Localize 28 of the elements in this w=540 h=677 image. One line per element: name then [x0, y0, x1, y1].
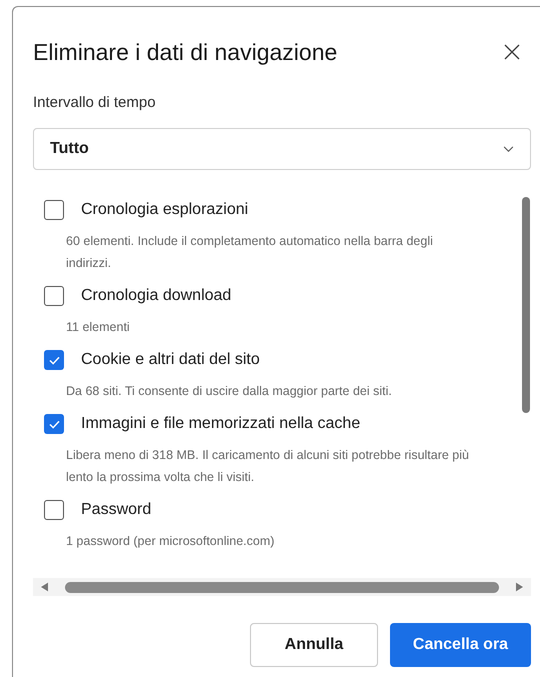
cancel-button[interactable]: Annulla: [250, 623, 378, 667]
option-description: 60 elementi. Include il completamento automatico nella barra degli indirizzi.: [66, 233, 434, 272]
scroll-left-icon[interactable]: [41, 582, 48, 592]
option-description: 11 elementi: [66, 319, 131, 336]
option-label: Immagini e file memorizzati nella cache: [81, 414, 360, 434]
checkmark-icon: [48, 420, 60, 428]
option-label: Cronologia download: [81, 286, 232, 306]
option-label: Password: [81, 500, 152, 520]
chevron-down-icon: [503, 146, 514, 152]
scroll-right-icon[interactable]: [516, 582, 523, 592]
checkmark-icon: [48, 356, 60, 364]
checkbox[interactable]: [44, 200, 64, 220]
option-description: Libera meno di 318 MB. Il caricamento di alcuni siti potrebbe risultare più lento la prossima volta che li visiti.: [66, 447, 470, 486]
time-range-dropdown[interactable]: Tutto: [33, 128, 531, 170]
checkbox[interactable]: [44, 500, 64, 520]
option-description: 1 password (per microsoftonline.com): [66, 533, 276, 550]
checkbox[interactable]: [44, 350, 64, 370]
option-label: Cookie e altri dati del sito: [81, 350, 260, 370]
time-range-label: Intervallo di tempo: [33, 92, 157, 112]
horizontal-scrollbar-thumb[interactable]: [65, 582, 499, 592]
vertical-scrollbar-thumb[interactable]: [522, 197, 530, 413]
dialog-title: Eliminare i dati di navigazione: [33, 38, 338, 67]
clear-now-button[interactable]: Cancella ora: [390, 623, 531, 667]
option-description: Da 68 siti. Ti consente di uscire dalla maggior parte dei siti.: [66, 383, 393, 400]
checkbox[interactable]: [44, 286, 64, 306]
option-label: Cronologia esplorazioni: [81, 200, 248, 220]
horizontal-scrollbar[interactable]: [33, 578, 531, 596]
checkbox[interactable]: [44, 414, 64, 434]
